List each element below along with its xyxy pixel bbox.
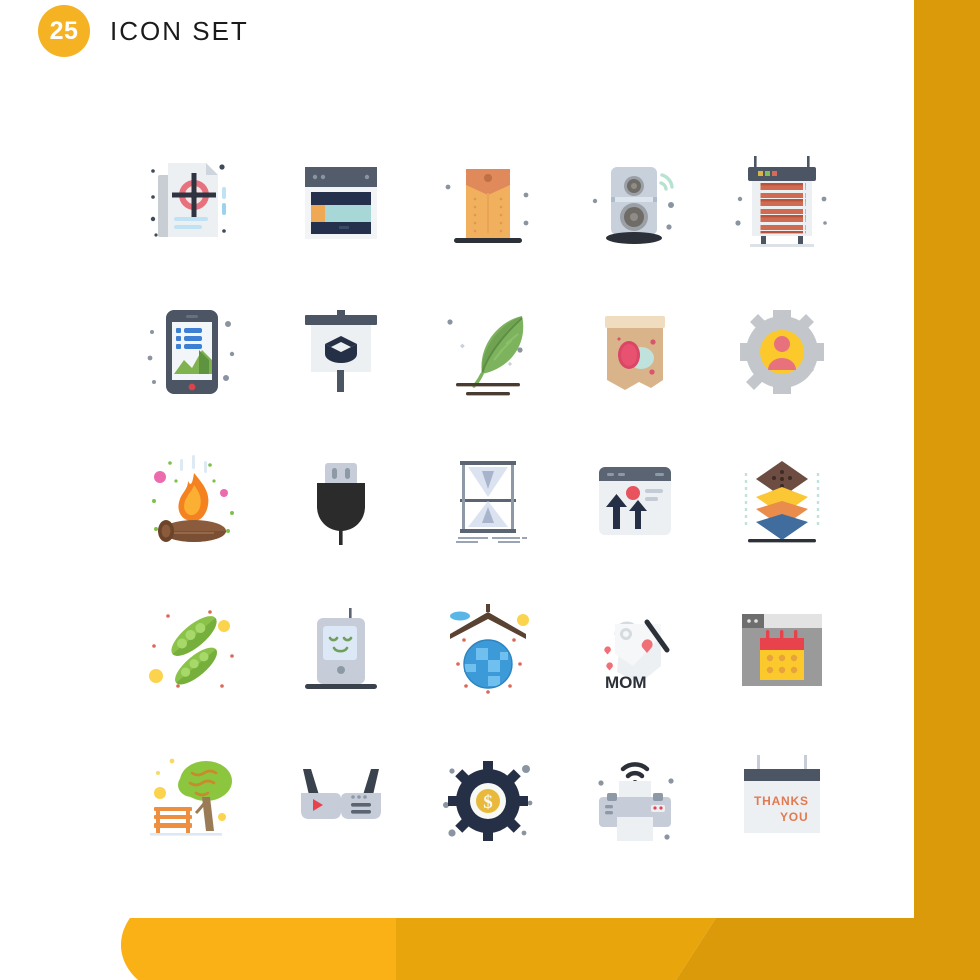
icon-cell[interactable] [267, 426, 414, 575]
web-layout-icon[interactable] [291, 153, 391, 253]
dollar-symbol: $ [483, 792, 493, 813]
smart-glasses-icon[interactable] [291, 749, 391, 849]
icon-cell[interactable]: $ [414, 724, 561, 873]
easter-egg-banner-icon[interactable] [585, 302, 685, 402]
global-home-icon[interactable] [438, 600, 538, 700]
icon-cell[interactable] [120, 724, 267, 873]
icon-cell[interactable] [561, 277, 708, 426]
target-document-icon[interactable] [144, 153, 244, 253]
icon-cell[interactable] [414, 426, 561, 575]
envelope-document-icon[interactable] [438, 153, 538, 253]
icon-count-badge: 25 [38, 5, 90, 57]
page-title: Icon Set [110, 15, 249, 46]
icon-cell[interactable] [708, 426, 855, 575]
calendar-browser-icon[interactable] [732, 600, 832, 700]
growing-plant-icon[interactable] [438, 302, 538, 402]
electric-plug-icon[interactable] [291, 451, 391, 551]
bottom-ribbon-decoration [120, 918, 980, 980]
icon-cell[interactable] [267, 128, 414, 277]
poster-canvas: 25 Icon Set [0, 0, 980, 980]
icon-cell[interactable] [120, 426, 267, 575]
thanks-line2: YOU [780, 810, 808, 824]
mobile-analytics-icon[interactable] [144, 302, 244, 402]
hourglass-icon[interactable] [438, 451, 538, 551]
icon-cell[interactable] [414, 128, 561, 277]
icon-cell[interactable] [708, 277, 855, 426]
money-gear-icon[interactable]: $ [438, 749, 538, 849]
icon-cell[interactable] [561, 724, 708, 873]
thanks-banner-icon[interactable]: THANKS YOU [732, 749, 832, 849]
user-settings-icon[interactable] [732, 302, 832, 402]
mom-gift-tag-icon[interactable]: MOM [585, 600, 685, 700]
icon-cell[interactable] [120, 575, 267, 724]
poster-header: 25 Icon Set [0, 0, 914, 62]
icon-cell[interactable] [267, 277, 414, 426]
icon-cell[interactable] [120, 277, 267, 426]
icon-cell[interactable] [414, 277, 561, 426]
icon-cell[interactable]: MOM [561, 575, 708, 724]
icon-cell[interactable] [708, 128, 855, 277]
layers-stack-icon[interactable] [732, 451, 832, 551]
icon-grid: MOM $ THANKS YOU [120, 128, 855, 873]
icon-cell[interactable] [708, 575, 855, 724]
room-heater-icon[interactable] [732, 153, 832, 253]
icon-cell[interactable] [267, 575, 414, 724]
baby-monitor-icon[interactable] [291, 600, 391, 700]
right-edge-band [914, 0, 980, 980]
bonfire-icon[interactable] [144, 451, 244, 551]
pea-pods-icon[interactable] [144, 600, 244, 700]
growth-browser-icon[interactable] [585, 451, 685, 551]
education-board-icon[interactable] [291, 302, 391, 402]
icon-cell[interactable]: THANKS YOU [708, 724, 855, 873]
icon-cell[interactable] [561, 426, 708, 575]
icon-cell[interactable] [414, 575, 561, 724]
wireless-speaker-icon[interactable] [585, 153, 685, 253]
mom-tag-text: MOM [605, 673, 647, 692]
icon-cell[interactable] [120, 128, 267, 277]
icon-cell[interactable] [561, 128, 708, 277]
wireless-printer-icon[interactable] [585, 749, 685, 849]
thanks-line1: THANKS [754, 794, 809, 808]
icon-cell[interactable] [267, 724, 414, 873]
park-bench-tree-icon[interactable] [144, 749, 244, 849]
